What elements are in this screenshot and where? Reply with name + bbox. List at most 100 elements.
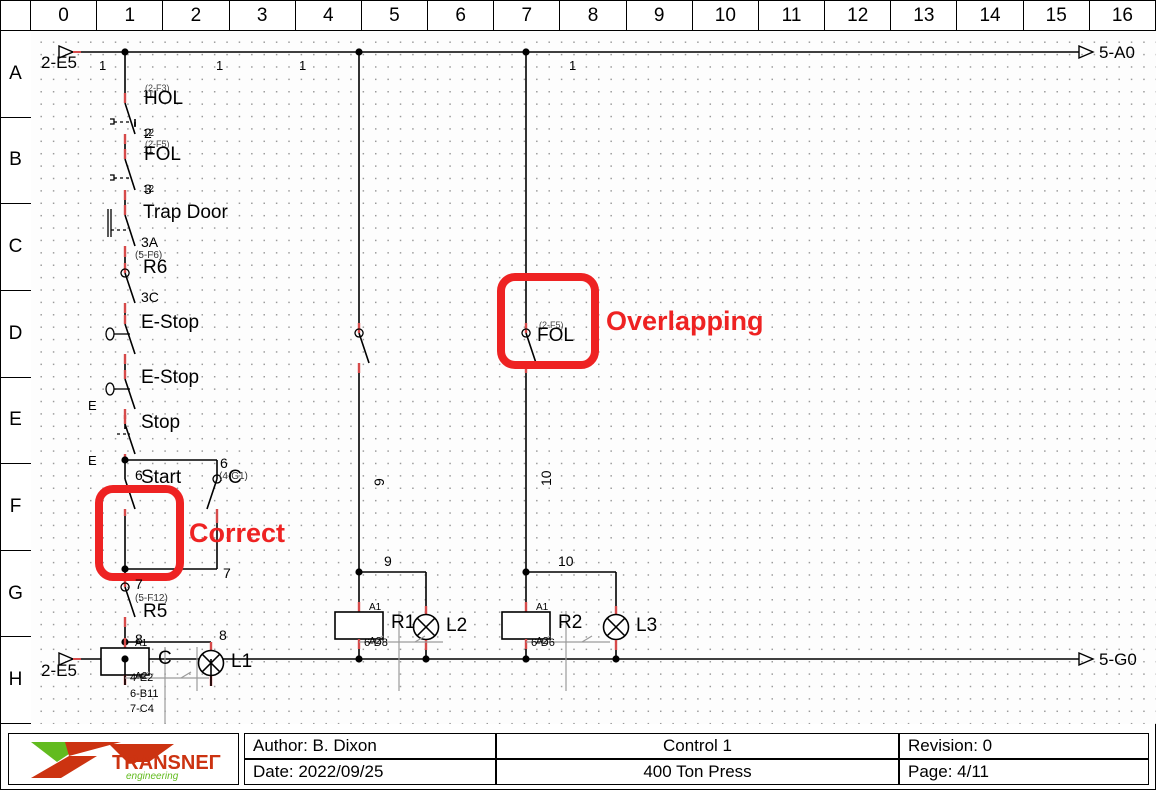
device-label-R6: R6 bbox=[143, 257, 168, 278]
contact-estop-2 bbox=[124, 378, 136, 410]
connector-bottom-right: 5-G0 bbox=[1099, 650, 1137, 669]
column-header-15: 15 bbox=[1024, 0, 1090, 31]
device-label-estop-2: E-Stop bbox=[141, 367, 200, 388]
device-label-stop: Stop bbox=[141, 412, 181, 433]
column-header-5: 5 bbox=[362, 0, 429, 31]
contact-stop-pb bbox=[124, 423, 136, 455]
actuator-trap-door bbox=[107, 209, 130, 237]
rung-2-group bbox=[334, 48, 440, 663]
column-header-14: 14 bbox=[957, 0, 1024, 31]
connector-bottom-left: 2-E5 bbox=[41, 661, 77, 680]
row-header-B: B bbox=[0, 118, 31, 205]
wire-number-rung2-vertical: 9 bbox=[371, 478, 387, 486]
row-header-D: D bbox=[0, 291, 31, 378]
wire-number-top-4: 1 bbox=[569, 58, 577, 73]
titleblock-machine-cell: 400 Ton Press bbox=[496, 759, 899, 785]
wire-number-3C: 3C bbox=[141, 289, 159, 305]
connector-top-right: 5-A0 bbox=[1099, 43, 1135, 62]
row-header-A: A bbox=[0, 31, 31, 118]
column-header-9: 9 bbox=[627, 0, 693, 31]
wire-number-top-1: 1 bbox=[99, 58, 107, 73]
actuator-HOL bbox=[110, 118, 130, 125]
column-header-1: 1 bbox=[97, 0, 164, 31]
wire-number-7b: 7 bbox=[223, 565, 231, 581]
coil-label-R1: R1 bbox=[391, 612, 416, 633]
lamp-label-L3: L3 bbox=[636, 615, 658, 636]
wire-number-3A: 3A bbox=[141, 234, 159, 250]
titleblock-revision-cell: Revision: 0 bbox=[899, 733, 1149, 759]
wire-number-rung3-vertical: 10 bbox=[538, 470, 554, 486]
actuator-FOL bbox=[110, 174, 130, 181]
junction-dot bbox=[121, 655, 129, 663]
column-header-0: 0 bbox=[31, 0, 98, 31]
coil-xref-C-3: 7-C4 bbox=[130, 703, 154, 715]
terminal-R1-A1: A1 bbox=[369, 602, 382, 613]
schematic-canvas: 2-E5 5-A0 2-E5 5-G0 1 1 1 1 11 12 (2-F3)… bbox=[31, 31, 1156, 724]
titleblock-project: Control 1 bbox=[663, 736, 732, 755]
titleblock-author: Author: B. Dixon bbox=[253, 736, 377, 755]
titleblock-project-cell: Control 1 bbox=[496, 733, 899, 759]
lamp-label-L1: L1 bbox=[231, 651, 253, 672]
junction-dot bbox=[355, 655, 363, 663]
titleblock-page-cell: Page: 4/11 bbox=[899, 759, 1149, 785]
device-label-start: Start bbox=[141, 467, 182, 488]
contact-estop-1 bbox=[124, 323, 136, 355]
wire-number-top-2: 1 bbox=[216, 58, 224, 73]
wire-number-2: 2 bbox=[144, 125, 152, 141]
titleblock-revision: Revision: 0 bbox=[908, 736, 993, 755]
row-header-C: C bbox=[0, 204, 31, 291]
coil-xref-C-2: 6-B11 bbox=[130, 688, 159, 700]
contact-FOL-rung3 bbox=[525, 332, 537, 364]
coil-xref-C-1: 4-E2 bbox=[130, 672, 154, 684]
annotation-overlapping: Overlapping bbox=[606, 306, 764, 336]
row-header-F: F bbox=[0, 464, 31, 551]
junction-dot bbox=[422, 655, 430, 663]
column-header-10: 10 bbox=[693, 0, 759, 31]
device-label-R5: R5 bbox=[143, 601, 168, 622]
junction-dot bbox=[522, 655, 530, 663]
rung-3-group bbox=[501, 48, 630, 663]
highlight-correct bbox=[95, 485, 184, 581]
connector-top-left: 2-E5 bbox=[41, 53, 77, 72]
coil-R2-box bbox=[501, 611, 551, 640]
column-header-8: 8 bbox=[560, 0, 627, 31]
wire-number-rung3-top: 10 bbox=[558, 553, 574, 569]
column-header-7: 7 bbox=[494, 0, 561, 31]
contact-FOL bbox=[124, 158, 136, 191]
wire-number-7a: 7 bbox=[135, 576, 143, 592]
annotation-correct: Correct bbox=[189, 518, 286, 548]
contact-C-seal bbox=[206, 478, 218, 510]
lamp-label-L2: L2 bbox=[446, 615, 468, 636]
dest-arrow-bottom-right bbox=[1078, 651, 1095, 667]
terminal-C-A1: A1 bbox=[135, 638, 148, 649]
terminal-stop-left: E bbox=[88, 398, 97, 413]
row-header-E: E bbox=[0, 378, 31, 465]
column-header-3: 3 bbox=[230, 0, 296, 31]
coil-R1-box bbox=[334, 611, 384, 640]
wire-number-top-3: 1 bbox=[299, 58, 307, 73]
terminal-R2-A1: A1 bbox=[536, 602, 549, 613]
titleblock-author-cell: Author: B. Dixon bbox=[244, 733, 496, 759]
row-header-H: H bbox=[0, 637, 31, 724]
wire-number-6b: 6 bbox=[220, 455, 228, 471]
device-label-C-seal: C bbox=[228, 467, 242, 488]
column-header-4: 4 bbox=[296, 0, 362, 31]
wire-number-3: 3 bbox=[144, 181, 152, 197]
coil-xref-R2-1: 6-D6 bbox=[531, 637, 555, 649]
dest-arrow-top-right bbox=[1078, 44, 1095, 60]
wire-number-8b: 8 bbox=[219, 627, 227, 643]
contact-rung2 bbox=[358, 332, 370, 364]
device-label-FOL-rung3: FOL bbox=[537, 325, 574, 346]
device-label-FOL: FOL bbox=[144, 144, 181, 165]
column-header-2: 2 bbox=[163, 0, 230, 31]
contact-R5 bbox=[124, 586, 136, 618]
row-header-G: G bbox=[0, 551, 31, 638]
terminal-start-left: E bbox=[88, 453, 97, 468]
logo-tagline: engineering bbox=[126, 771, 179, 782]
junction-dot bbox=[612, 655, 620, 663]
contact-start-pb bbox=[124, 478, 136, 510]
device-label-trap-door: Trap Door bbox=[143, 202, 228, 223]
schematic-page: 0 1 2 3 4 5 6 7 8 9 10 11 12 13 14 15 16 ABCDEFGH bbox=[0, 0, 1157, 791]
titleblock-machine: 400 Ton Press bbox=[643, 762, 752, 781]
titleblock-page: Page: 4/11 bbox=[908, 762, 989, 781]
